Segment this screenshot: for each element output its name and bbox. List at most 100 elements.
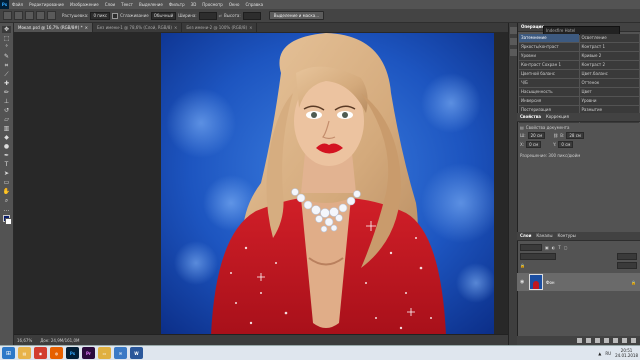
history-brush-icon[interactable]: ↺ (2, 107, 11, 114)
lasso-icon[interactable]: ᐤ (2, 44, 11, 51)
antialias-checkbox[interactable] (112, 12, 119, 19)
adjustment-layer-icon[interactable] (604, 338, 609, 343)
close-icon[interactable]: × (174, 23, 177, 32)
blur-icon[interactable]: ◆ (2, 134, 11, 141)
dodge-icon[interactable]: ● (2, 143, 11, 150)
menu-view[interactable]: Просмотр (199, 2, 226, 7)
clone-stamp-icon[interactable]: ⊥ (2, 98, 11, 105)
filter-pixel-icon[interactable]: ▣ (545, 245, 549, 250)
layer-kind-filter[interactable] (520, 244, 542, 251)
tab-layers[interactable]: Слои (520, 232, 531, 240)
list-item[interactable]: Уровни (579, 97, 639, 105)
width-field[interactable]: 20 см (527, 132, 546, 139)
zoom-icon[interactable]: ⌕ (2, 197, 11, 204)
rectangle-icon[interactable]: ▭ (2, 179, 11, 186)
more-icon[interactable]: … (2, 206, 11, 213)
eraser-icon[interactable]: ▱ (2, 116, 11, 123)
feather-input[interactable]: 0 пикс (90, 11, 111, 20)
start-button[interactable]: ⊞ (2, 347, 15, 359)
new-group-icon[interactable] (613, 338, 618, 343)
swap-icon[interactable]: ⇄ (219, 13, 222, 18)
network-icon[interactable]: ▲ (598, 351, 601, 356)
menu-edit[interactable]: Редактирование (26, 2, 67, 7)
list-item[interactable]: Яркость/контраст (519, 43, 579, 51)
brush-icon[interactable]: ✏ (2, 89, 11, 96)
add-mask-icon[interactable] (595, 338, 600, 343)
list-item[interactable]: Цвет.баланс (579, 70, 639, 78)
list-item[interactable]: Кривые 2 (579, 52, 639, 60)
filter-adjust-icon[interactable]: ◐ (552, 245, 556, 250)
move-icon[interactable]: ✥ (2, 26, 11, 33)
filter-type-icon[interactable]: T (558, 245, 560, 250)
tab-channels[interactable]: Каналы (536, 232, 552, 240)
premiere-icon[interactable]: Pr (82, 347, 95, 359)
hand-icon[interactable]: ✋ (2, 188, 11, 195)
close-icon[interactable]: × (85, 23, 88, 32)
zoom-level[interactable]: 16,67% (17, 338, 32, 343)
tab-paths[interactable]: Контуры (558, 232, 576, 240)
opacity-field[interactable] (617, 253, 637, 260)
actions-icon[interactable] (510, 38, 517, 45)
list-item[interactable]: Осветление (579, 34, 639, 42)
tab-untitled-1[interactable]: Без имени-1 @ 78,6% (Слой, RGB/8) × (92, 23, 183, 32)
word-icon[interactable]: W (130, 347, 143, 359)
add-selection-icon[interactable] (25, 11, 34, 20)
fill-field[interactable] (617, 262, 637, 269)
list-item[interactable]: Инверсия (519, 97, 579, 105)
select-and-mask-button[interactable]: Выделение и маска... (268, 11, 325, 20)
menu-image[interactable]: Изображение (67, 2, 102, 7)
eyedropper-icon[interactable]: ⟋ (2, 71, 11, 78)
quick-select-icon[interactable]: ✎ (2, 53, 11, 60)
menu-file[interactable]: Файл (9, 2, 26, 7)
menu-3d[interactable]: 3D (188, 2, 200, 7)
firefox-icon[interactable]: ◍ (50, 347, 63, 359)
menu-select[interactable]: Выделение (136, 2, 166, 7)
marquee-icon[interactable]: ⬚ (2, 35, 11, 42)
menu-window[interactable]: Окно (226, 2, 243, 7)
layer-style-icon[interactable] (586, 338, 591, 343)
mail-icon[interactable]: ✉ (114, 347, 127, 359)
explorer-icon[interactable]: ▤ (18, 347, 31, 359)
link-icon[interactable]: ⛓ (553, 133, 558, 138)
list-item[interactable]: Уровни (519, 52, 579, 60)
pen-icon[interactable]: ✒ (2, 152, 11, 159)
tab-mockup[interactable]: Мокап.psd @ 16,7% (RGB/8#) * × (14, 23, 93, 32)
type-icon[interactable]: T (2, 161, 11, 168)
path-select-icon[interactable]: ➤ (2, 170, 11, 177)
document-canvas[interactable] (161, 33, 494, 335)
language-indicator[interactable]: RU (605, 351, 611, 356)
list-item[interactable]: Цветной баланс (519, 70, 579, 78)
link-layers-icon[interactable] (577, 338, 582, 343)
properties-icon[interactable] (510, 49, 517, 56)
tab-untitled-2[interactable]: Без имени-2 @ 100% (RGB/8) × (182, 23, 258, 32)
history-icon[interactable] (510, 27, 517, 34)
height-input[interactable] (242, 11, 261, 20)
crop-icon[interactable]: ⌗ (2, 62, 11, 69)
photoshop-icon[interactable]: Ps (66, 347, 79, 359)
style-select[interactable]: Обычный (150, 11, 177, 20)
tab-properties[interactable]: Свойства (520, 113, 541, 121)
new-selection-icon[interactable] (14, 11, 23, 20)
clock[interactable]: 20:51 24.01.2018 (615, 348, 638, 358)
blend-mode-select[interactable] (520, 253, 556, 260)
subtract-selection-icon[interactable] (36, 11, 45, 20)
chrome-icon[interactable]: ◉ (34, 347, 47, 359)
close-icon[interactable]: × (249, 23, 252, 32)
filter-shape-icon[interactable]: ▢ (564, 245, 568, 250)
gradient-icon[interactable]: ▥ (2, 125, 11, 132)
healing-icon[interactable]: ✚ (2, 80, 11, 87)
list-item[interactable]: Контраст Сохран 1 (519, 61, 579, 69)
width-input[interactable] (198, 11, 217, 20)
lock-icon[interactable]: 🔒 (520, 263, 525, 268)
list-item[interactable]: Затемнение (519, 34, 579, 42)
list-item[interactable]: Оттенок (579, 79, 639, 87)
tab-operations[interactable]: Операции (521, 23, 544, 31)
color-swatch-icon[interactable] (2, 215, 12, 225)
folder-icon[interactable]: ▭ (98, 347, 111, 359)
list-item[interactable]: Ч/Б (519, 79, 579, 87)
new-layer-icon[interactable] (622, 338, 627, 343)
menu-filter[interactable]: Фильтр (166, 2, 188, 7)
marquee-tool-preset-icon[interactable] (3, 11, 12, 20)
y-field[interactable]: 0 см (558, 141, 574, 148)
intersect-selection-icon[interactable] (47, 11, 56, 20)
